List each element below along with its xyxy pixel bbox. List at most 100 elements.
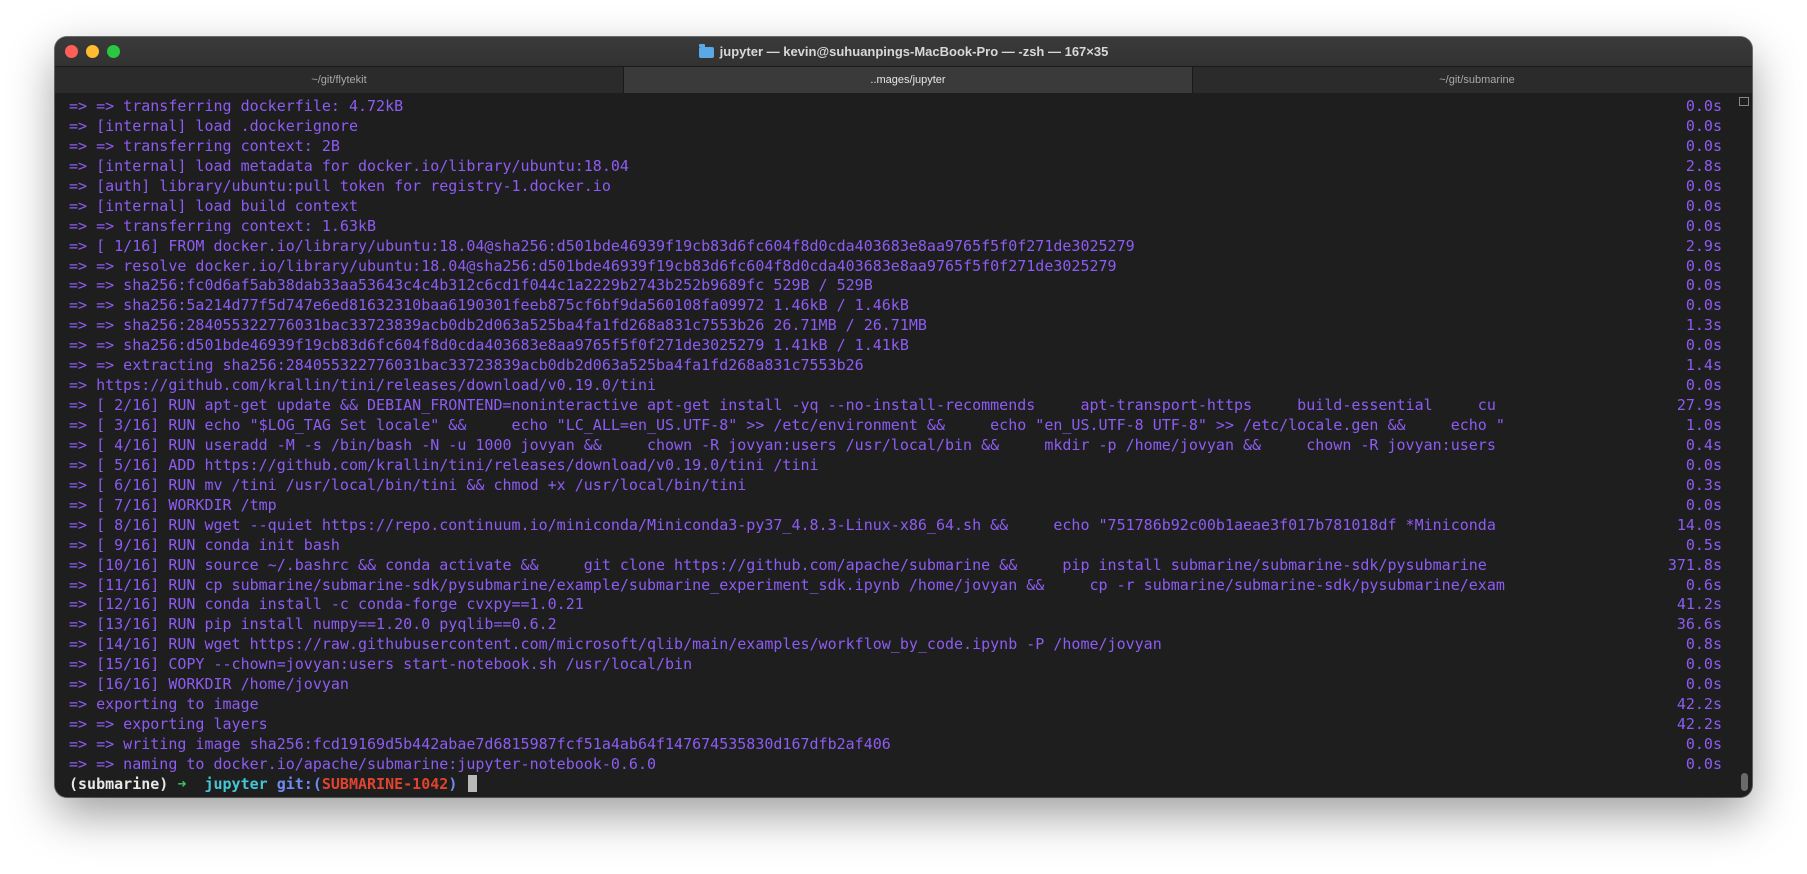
output-line: => [ 6/16] RUN mv /tini /usr/local/bin/t… <box>69 475 1722 496</box>
zoom-button[interactable] <box>107 45 120 58</box>
title-bar[interactable]: jupyter — kevin@suhuanpings-MacBook-Pro … <box>55 37 1752 66</box>
output-line-text: => https://github.com/krallin/tini/relea… <box>69 376 656 395</box>
window-title: jupyter — kevin@suhuanpings-MacBook-Pro … <box>698 43 1109 59</box>
output-line: => [ 7/16] WORKDIR /tmp 0.0s <box>69 495 1722 516</box>
output-line-duration: 0.0s <box>1681 256 1722 277</box>
terminal-output: => => transferring dockerfile: 4.72kB 0.0… <box>69 97 1722 795</box>
prompt-env: (submarine) <box>69 774 169 793</box>
output-line: => => sha256:fc0d6af5ab38dab33aa53643c4c… <box>69 276 1722 297</box>
output-line: => [ 3/16] RUN echo "$LOG_TAG Set locale… <box>69 416 1722 436</box>
output-line-text: => [13/16] RUN pip install numpy==1.20.0… <box>69 615 557 634</box>
output-line: => => writing image sha256:fcd19169d5b44… <box>69 735 1722 755</box>
output-line-duration: 41.2s <box>1672 595 1722 616</box>
output-line: => https://github.com/krallin/tini/relea… <box>69 376 1722 397</box>
output-line-text: => => sha256:fc0d6af5ab38dab33aa53643c4c… <box>69 276 873 295</box>
output-line-duration: 42.2s <box>1672 695 1722 716</box>
output-line-text: => [internal] load build context <box>69 196 358 215</box>
output-line: => [14/16] RUN wget https://raw.githubus… <box>69 635 1722 656</box>
output-line-duration: 1.4s <box>1681 356 1722 377</box>
output-line-duration: 0.0s <box>1681 116 1722 137</box>
terminal-window: jupyter — kevin@suhuanpings-MacBook-Pro … <box>55 37 1752 797</box>
prompt-git-label: git:( <box>276 774 322 793</box>
output-line-text: => => transferring dockerfile: 4.72kB <box>69 97 404 115</box>
output-line-text: => [auth] library/ubuntu:pull token for … <box>69 176 611 195</box>
output-line: => => extracting sha256:284055322776031b… <box>69 356 1722 377</box>
output-line-duration: 0.8s <box>1681 635 1722 656</box>
output-line-text: => [ 2/16] RUN apt-get update && DEBIAN_… <box>69 396 1496 415</box>
output-line: => [15/16] COPY --chown=jovyan:users sta… <box>69 655 1722 676</box>
prompt-line: (submarine) ➜ jupyter git:(SUBMARINE-104… <box>69 774 1722 795</box>
output-line: => [11/16] RUN cp submarine/submarine-sd… <box>69 575 1722 596</box>
output-line: => [ 2/16] RUN apt-get update && DEBIAN_… <box>69 396 1722 417</box>
minimize-button[interactable] <box>86 45 99 58</box>
output-line: => [16/16] WORKDIR /home/jovyan 0.0s <box>69 675 1722 696</box>
tab-label: ..mages/jupyter <box>870 74 946 86</box>
output-line-text: => [12/16] RUN conda install -c conda-fo… <box>69 595 584 614</box>
tab-label: ~/git/submarine <box>1439 74 1515 86</box>
output-line-duration: 0.4s <box>1681 435 1722 456</box>
output-line: => [13/16] RUN pip install numpy==1.20.0… <box>69 615 1722 636</box>
output-line: => => sha256:284055322776031bac33723839a… <box>69 316 1722 337</box>
output-line: => => resolve docker.io/library/ubuntu:1… <box>69 256 1722 277</box>
output-line-text: => [ 5/16] ADD https://github.com/kralli… <box>69 455 819 474</box>
output-line-duration: 0.0s <box>1681 136 1722 157</box>
output-line-text: => [ 1/16] FROM docker.io/library/ubuntu… <box>69 236 1135 255</box>
output-line-text: => [ 6/16] RUN mv /tini /usr/local/bin/t… <box>69 475 747 494</box>
text-cursor <box>468 774 478 792</box>
tab-label: ~/git/flytekit <box>311 74 367 86</box>
output-line-duration: 0.0s <box>1681 735 1722 755</box>
output-line: => [ 8/16] RUN wget --quiet https://repo… <box>69 515 1722 536</box>
output-line-text: => [14/16] RUN wget https://raw.githubus… <box>69 635 1162 654</box>
prompt-git-branch: SUBMARINE-1042 <box>321 774 449 793</box>
output-line-duration: 371.8s <box>1663 555 1722 576</box>
output-line: => [ 1/16] FROM docker.io/library/ubuntu… <box>69 236 1722 257</box>
output-line: => [10/16] RUN source ~/.bashrc && conda… <box>69 555 1722 576</box>
scrollbar[interactable] <box>1739 97 1749 791</box>
output-line: => => transferring context: 1.63kB 0.0s <box>69 216 1722 237</box>
output-line: => => naming to docker.io/apache/submari… <box>69 754 1722 775</box>
output-line-duration: 0.0s <box>1681 276 1722 297</box>
output-line: => => transferring context: 2B 0.0s <box>69 136 1722 157</box>
output-line-duration: 0.0s <box>1681 655 1722 676</box>
output-line-duration: 1.3s <box>1681 316 1722 337</box>
output-line-text: => => sha256:5a214d77f5d747e6ed81632310b… <box>69 296 909 315</box>
output-line: => => sha256:5a214d77f5d747e6ed81632310b… <box>69 296 1722 317</box>
output-line-duration: 0.0s <box>1681 176 1722 197</box>
output-line-text: => => transferring context: 1.63kB <box>69 216 377 235</box>
output-line-duration: 27.9s <box>1672 396 1722 417</box>
output-line-text: => exporting to image <box>69 695 259 714</box>
output-line: => [ 9/16] RUN conda init bash 0.5s <box>69 535 1722 556</box>
output-line-text: => [11/16] RUN cp submarine/submarine-sd… <box>69 575 1505 594</box>
output-line-duration: 0.0s <box>1681 754 1722 775</box>
close-button[interactable] <box>65 45 78 58</box>
tab-jupyter[interactable]: ..mages/jupyter <box>624 67 1193 93</box>
output-line-duration: 14.0s <box>1672 515 1722 536</box>
tab-submarine[interactable]: ~/git/submarine <box>1193 67 1752 93</box>
window-title-text: jupyter — kevin@suhuanpings-MacBook-Pro … <box>719 44 1109 59</box>
scroll-thumb[interactable] <box>1741 773 1748 791</box>
output-line-text: => [internal] load metadata for docker.i… <box>69 156 629 175</box>
terminal-content[interactable]: => => transferring dockerfile: 4.72kB 0.0… <box>55 93 1752 797</box>
output-line-duration: 0.6s <box>1681 575 1722 596</box>
output-line-duration: 0.3s <box>1681 475 1722 496</box>
output-line-duration: 0.0s <box>1681 675 1722 696</box>
output-line: => [internal] load build context 0.0s <box>69 196 1722 217</box>
output-line-text: => => extracting sha256:284055322776031b… <box>69 356 864 375</box>
output-line-text: => [ 9/16] RUN conda init bash <box>69 535 340 554</box>
output-line-duration: 0.0s <box>1681 196 1722 217</box>
output-line-text: => [ 8/16] RUN wget --quiet https://repo… <box>69 515 1496 534</box>
output-line-duration: 0.0s <box>1681 495 1722 516</box>
output-line-text: => [ 7/16] WORKDIR /tmp <box>69 495 277 514</box>
output-line-duration: 1.0s <box>1681 416 1722 436</box>
output-line-duration: 36.6s <box>1672 615 1722 636</box>
output-line-text: => => transferring context: 2B <box>69 136 340 155</box>
output-line: => => sha256:d501bde46939f19cb83d6fc604f… <box>69 336 1722 357</box>
tab-flytekit[interactable]: ~/git/flytekit <box>55 67 624 93</box>
output-line-duration: 2.9s <box>1681 236 1722 257</box>
output-line-text: => [10/16] RUN source ~/.bashrc && conda… <box>69 555 1487 574</box>
output-line-text: => [ 3/16] RUN echo "$LOG_TAG Set locale… <box>69 416 1505 434</box>
prompt-directory: jupyter <box>204 774 268 793</box>
output-line-text: => [16/16] WORKDIR /home/jovyan <box>69 675 349 694</box>
output-line-duration: 0.5s <box>1681 535 1722 556</box>
output-line-duration: 0.0s <box>1681 97 1722 117</box>
